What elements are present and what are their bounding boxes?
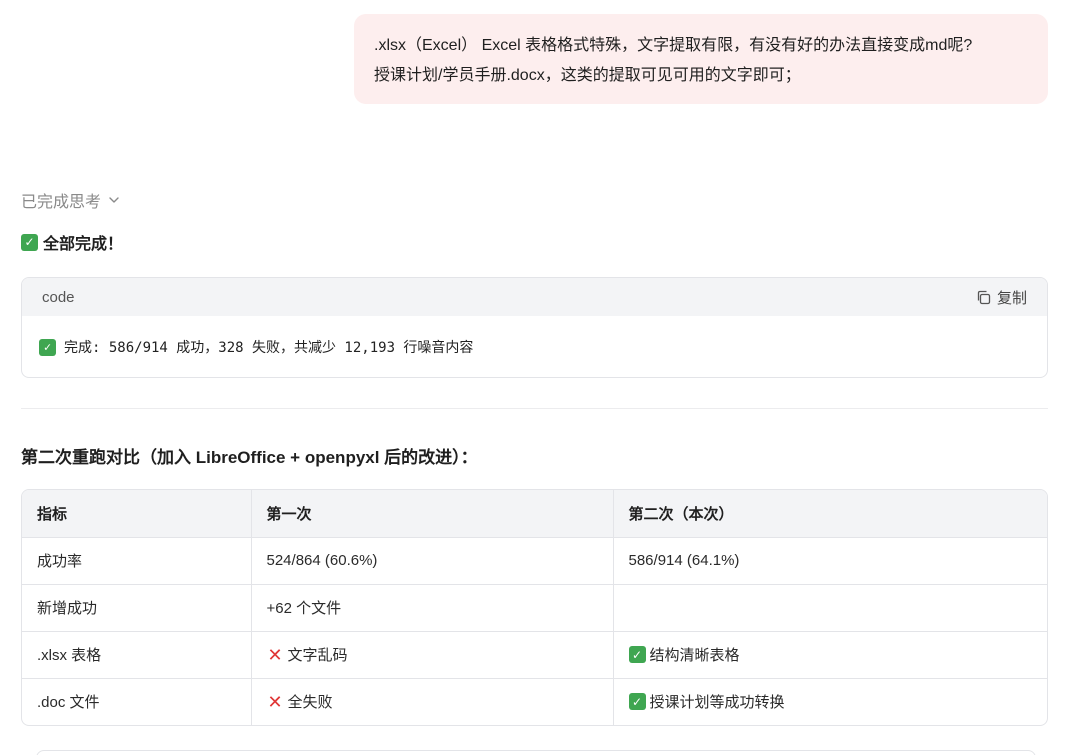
thinking-toggle-label: 已完成思考 xyxy=(21,194,102,211)
copy-button[interactable]: 复制 xyxy=(975,287,1027,308)
second-run-value: 结构清晰表格 xyxy=(649,647,740,664)
column-header-metric: 指标 xyxy=(22,490,252,538)
next-card-edge xyxy=(36,750,1036,755)
copy-button-label: 复制 xyxy=(996,289,1027,307)
comparison-table: 指标 第一次 第二次（本次） 成功率 524/864 (60.6%) 586/914… xyxy=(21,489,1048,726)
second-run-cell: ✓ 授课计划等成功转换 xyxy=(613,678,1047,725)
table-header-row: 指标 第一次 第二次（本次） xyxy=(22,490,1047,538)
code-language-label: code xyxy=(42,288,75,306)
first-run-value: 文字乱码 xyxy=(287,647,348,664)
metric-cell: .doc 文件 xyxy=(22,678,252,725)
user-message-bubble: .xlsx（Excel） Excel 表格格式特殊，文字提取有限，有没有好的办法… xyxy=(354,14,1048,104)
user-message-line-1: .xlsx（Excel） Excel 表格格式特殊，文字提取有限，有没有好的办法… xyxy=(374,37,973,54)
copy-icon xyxy=(977,290,991,304)
table-row: .doc 文件 ✕ 全失败 ✓ 授课计划等成功转换 xyxy=(22,678,1047,725)
table-row: 成功率 524/864 (60.6%) 586/914 (64.1%) xyxy=(22,537,1047,585)
second-run-cell: 586/914 (64.1%) xyxy=(613,537,1047,585)
metric-cell: 新增成功 xyxy=(22,584,252,632)
section-heading: 第二次重跑对比（加入 LibreOffice + openpyxl 后的改进）： xyxy=(21,447,478,467)
code-content-text: 完成: 586/914 成功，328 失败，共减少 12,193 行噪音内容 xyxy=(64,340,474,356)
first-run-value: 524/864 (60.6%) xyxy=(266,552,378,569)
check-mark-button-icon: ✓ xyxy=(39,338,56,356)
first-run-value: +62 个文件 xyxy=(266,600,342,617)
first-run-cell: 524/864 (60.6%) xyxy=(251,537,614,585)
column-header-first: 第一次 xyxy=(251,490,614,538)
first-run-value: 全失败 xyxy=(287,694,333,712)
chevron-down-icon xyxy=(109,197,119,203)
completion-status: ✓ 全部完成！ xyxy=(21,230,123,254)
first-run-cell: ✕ 全失败 xyxy=(251,678,614,725)
second-run-value: 586/914 (64.1%) xyxy=(628,552,740,569)
table-row: .xlsx 表格 ✕ 文字乱码 ✓ 结构清晰表格 xyxy=(22,631,1047,679)
check-mark-button-icon: ✓ xyxy=(628,693,646,711)
second-run-cell xyxy=(613,584,1047,632)
user-message-line-2: 授课计划/学员手册.docx，这类的提取可见可用的文字即可； xyxy=(374,67,801,84)
second-run-value: 授课计划等成功转换 xyxy=(649,694,785,712)
table-row: 新增成功 +62 个文件 xyxy=(22,584,1047,632)
metric-cell: .xlsx 表格 xyxy=(22,631,252,679)
completion-status-text: 全部完成！ xyxy=(43,236,124,253)
first-run-cell: ✕ 文字乱码 xyxy=(251,631,614,679)
check-mark-button-icon: ✓ xyxy=(21,233,38,251)
check-mark-button-icon: ✓ xyxy=(628,646,646,663)
code-content: ✓ 完成: 586/914 成功，328 失败，共减少 12,193 行噪音内容 xyxy=(22,316,1047,377)
code-block-header: code 复制 xyxy=(22,278,1047,316)
cross-mark-icon: ✕ xyxy=(267,644,283,665)
divider xyxy=(21,408,1048,409)
column-header-second: 第二次（本次） xyxy=(613,490,1047,538)
cross-mark-icon: ✕ xyxy=(267,691,283,712)
metric-cell: 成功率 xyxy=(22,537,252,585)
code-block: code 复制 ✓ 完成: 586/914 成功，328 失败，共减少 12,1… xyxy=(21,277,1048,378)
first-run-cell: +62 个文件 xyxy=(251,584,614,632)
second-run-cell: ✓ 结构清晰表格 xyxy=(613,631,1047,679)
thinking-toggle[interactable]: 已完成思考 xyxy=(21,189,121,211)
